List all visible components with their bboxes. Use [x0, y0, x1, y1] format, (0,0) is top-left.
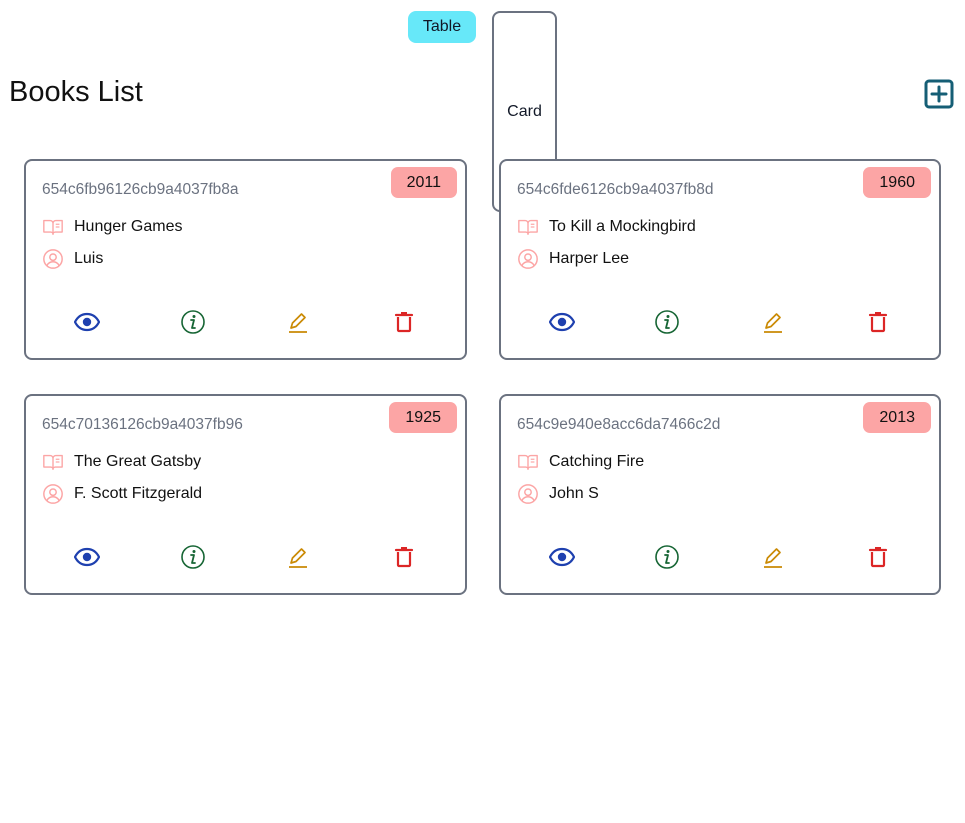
info-button[interactable] — [652, 307, 682, 337]
book-id: 654c70136126cb9a4037fb96 — [42, 416, 243, 433]
book-author-row: F. Scott Fitzgerald — [42, 483, 202, 505]
trash-icon — [869, 312, 888, 333]
eye-icon — [548, 312, 575, 332]
view-button[interactable] — [72, 307, 102, 337]
view-button[interactable] — [547, 542, 577, 572]
info-icon — [180, 310, 205, 334]
card-actions — [501, 307, 939, 337]
book-author: Harper Lee — [549, 250, 630, 267]
card-actions — [26, 307, 465, 337]
user-circle-icon — [518, 484, 538, 504]
info-button[interactable] — [178, 542, 208, 572]
book-card: 1960 654c6fde6126cb9a4037fb8d To Kill a … — [499, 159, 941, 360]
books-grid: 2011 654c6fb96126cb9a4037fb8a Hunger Gam… — [24, 159, 941, 595]
eye-icon — [73, 312, 100, 332]
book-card: 2011 654c6fb96126cb9a4037fb8a Hunger Gam… — [24, 159, 467, 360]
edit-button[interactable] — [758, 542, 788, 572]
open-book-icon — [518, 219, 538, 236]
edit-button[interactable] — [283, 307, 313, 337]
book-title-row: Hunger Games — [42, 216, 183, 238]
book-title-row: To Kill a Mockingbird — [517, 216, 696, 238]
card-actions — [26, 542, 465, 572]
info-icon — [655, 545, 680, 569]
open-book-icon — [43, 219, 63, 236]
book-title: The Great Gatsby — [74, 453, 202, 470]
card-actions — [501, 542, 939, 572]
user-circle-icon — [518, 249, 538, 269]
pencil-icon — [289, 548, 308, 568]
info-icon — [655, 310, 680, 334]
info-button[interactable] — [652, 542, 682, 572]
book-id: 654c6fde6126cb9a4037fb8d — [517, 181, 714, 198]
trash-icon — [869, 547, 888, 568]
year-badge: 2013 — [863, 402, 931, 433]
book-author-row: John S — [517, 483, 599, 505]
user-circle-icon — [43, 249, 63, 269]
trash-icon — [395, 547, 414, 568]
book-title-row: Catching Fire — [517, 451, 644, 473]
pencil-icon — [763, 548, 782, 568]
delete-button[interactable] — [389, 307, 419, 337]
book-card: 2013 654c9e940e8acc6da7466c2d Catching F… — [499, 394, 941, 595]
book-author-row: Harper Lee — [517, 248, 629, 270]
trash-icon — [395, 312, 414, 333]
book-author-row: Luis — [42, 248, 103, 270]
delete-button[interactable] — [863, 542, 893, 572]
delete-button[interactable] — [389, 542, 419, 572]
edit-button[interactable] — [758, 307, 788, 337]
year-badge: 2011 — [390, 167, 457, 198]
open-book-icon — [43, 454, 63, 471]
book-title-row: The Great Gatsby — [42, 451, 201, 473]
view-button[interactable] — [72, 542, 102, 572]
user-circle-icon — [43, 484, 63, 504]
book-author: Luis — [74, 250, 104, 267]
info-icon — [180, 545, 205, 569]
edit-button[interactable] — [283, 542, 313, 572]
book-card: 1925 654c70136126cb9a4037fb96 The Great … — [24, 394, 467, 595]
page-title: Books List — [9, 76, 143, 108]
view-button[interactable] — [547, 307, 577, 337]
book-id: 654c6fb96126cb9a4037fb8a — [42, 181, 239, 198]
pencil-icon — [289, 313, 308, 333]
table-view-button[interactable]: Table — [408, 11, 476, 43]
delete-button[interactable] — [863, 307, 893, 337]
eye-icon — [73, 547, 100, 567]
info-button[interactable] — [178, 307, 208, 337]
book-author: John S — [549, 485, 599, 502]
plus-square-icon — [924, 79, 954, 109]
book-title: To Kill a Mockingbird — [549, 218, 696, 235]
book-author: F. Scott Fitzgerald — [74, 485, 203, 502]
add-book-button[interactable] — [924, 79, 954, 109]
year-badge: 1925 — [389, 402, 457, 433]
book-title: Hunger Games — [74, 218, 183, 235]
year-badge: 1960 — [863, 167, 931, 198]
book-id: 654c9e940e8acc6da7466c2d — [517, 416, 721, 433]
open-book-icon — [518, 454, 538, 471]
eye-icon — [548, 547, 575, 567]
book-title: Catching Fire — [549, 453, 645, 470]
pencil-icon — [763, 313, 782, 333]
